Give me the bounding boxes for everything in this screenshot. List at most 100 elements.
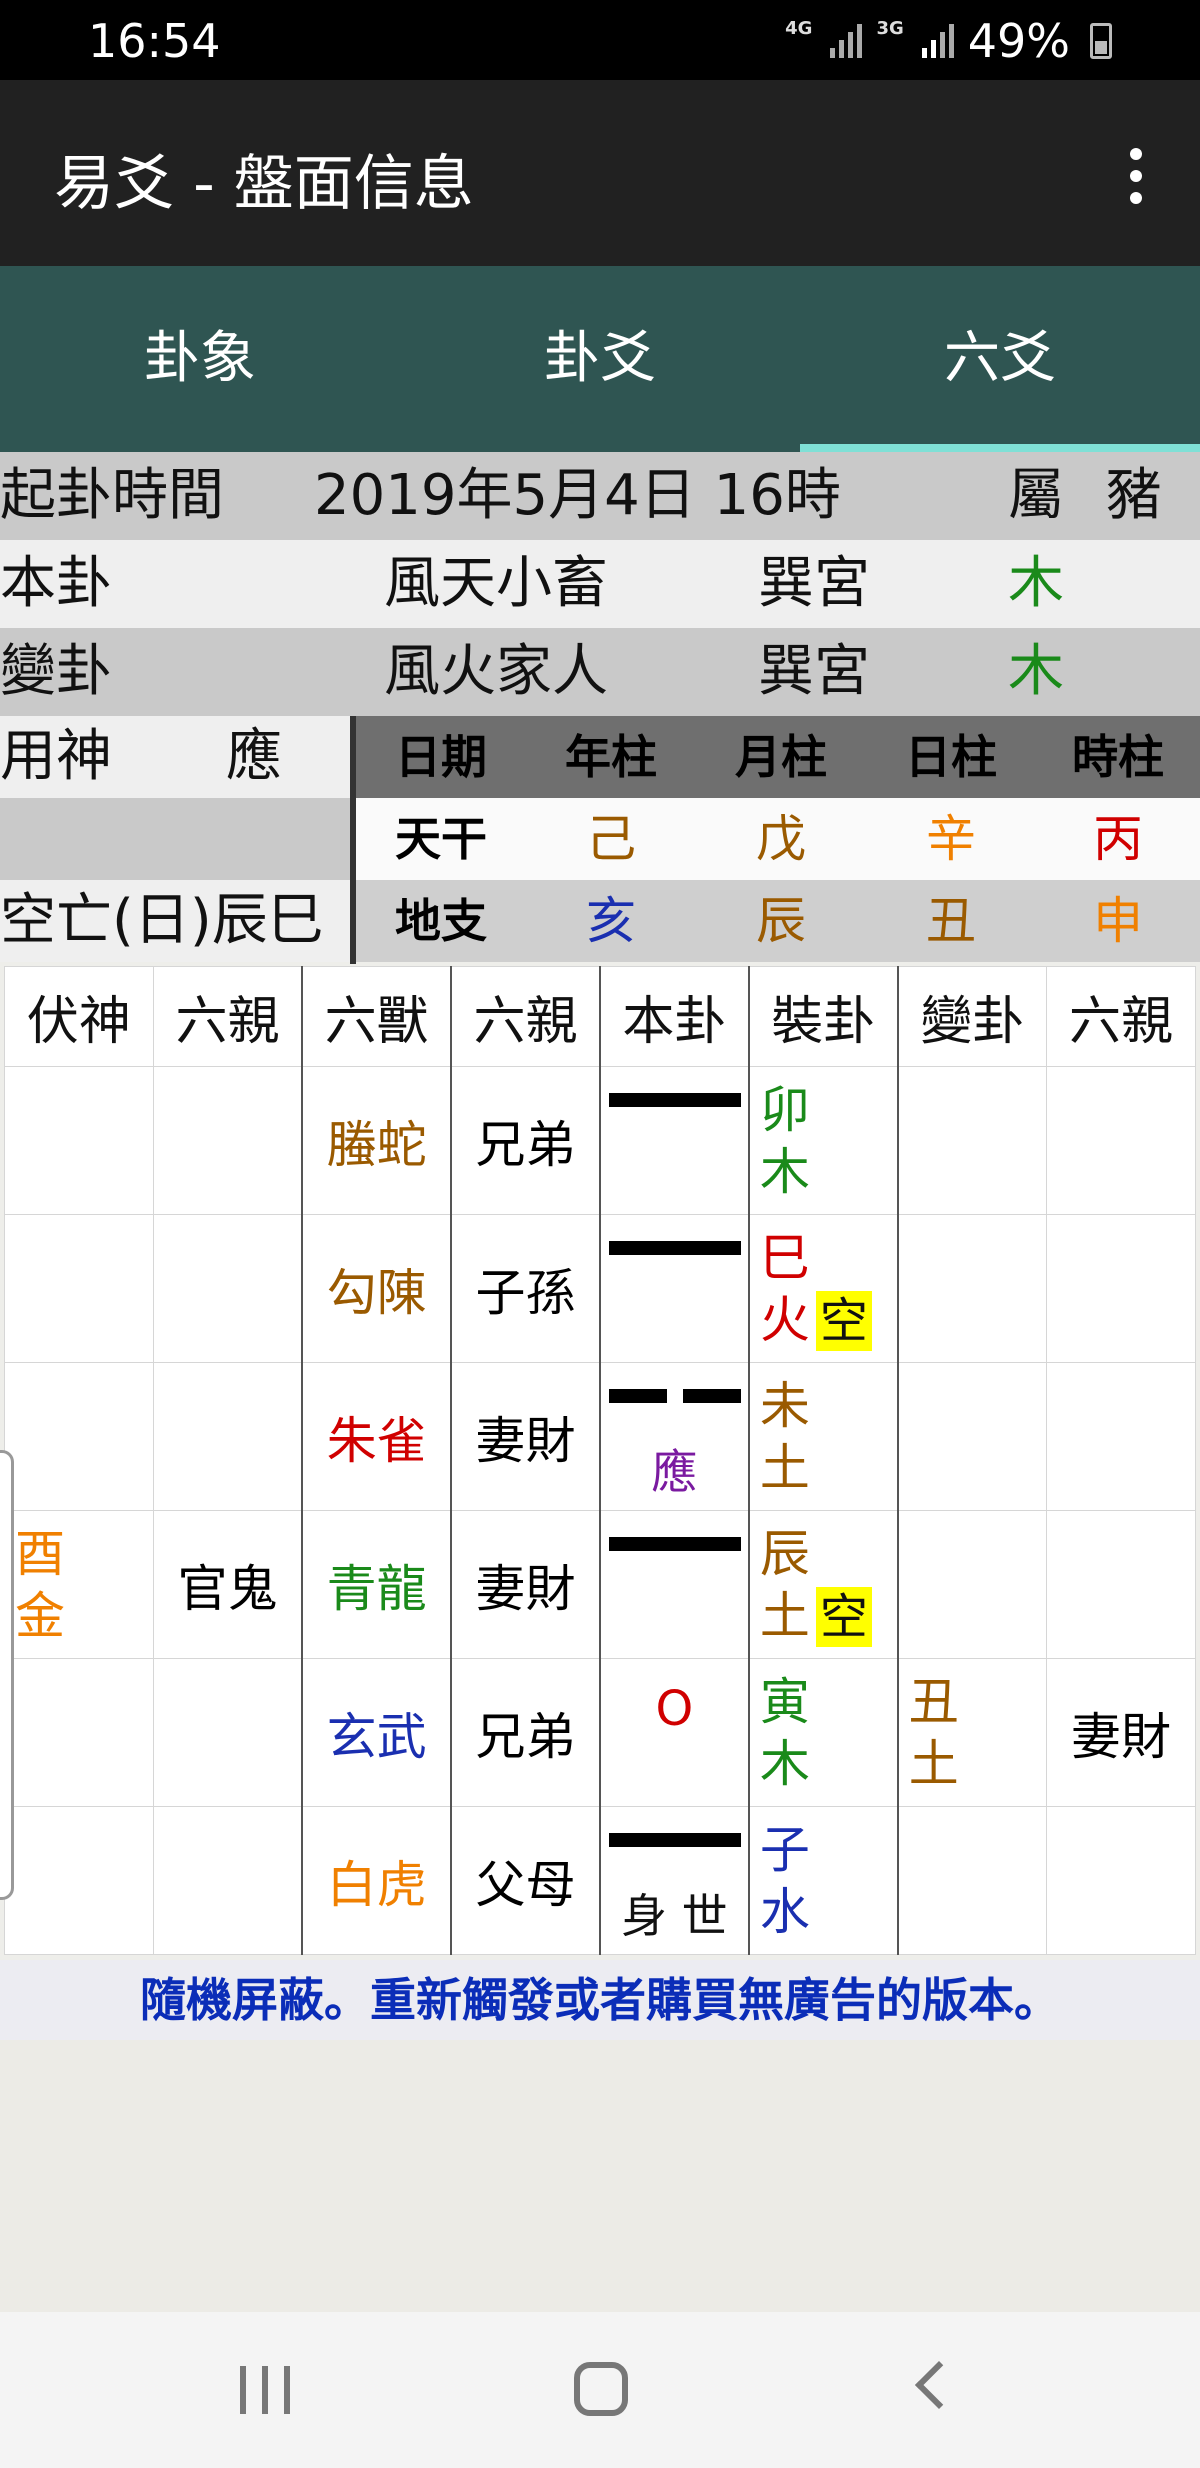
status-time: 16:54	[88, 14, 221, 68]
back-icon[interactable]	[914, 2360, 964, 2410]
zhuang-branch: 辰	[759, 1524, 810, 1583]
yao-row: 螣蛇 兄弟卯木	[4, 1066, 1196, 1215]
bian-liuqin-cell	[1046, 1510, 1196, 1659]
edge-panel-handle[interactable]	[0, 1450, 14, 1900]
zhuanggua-cell: 巳火空	[747, 1214, 899, 1363]
yao-row: 酉金官鬼 青龍 妻財辰土空	[4, 1510, 1196, 1659]
liushou-cell: 勾陳	[301, 1214, 452, 1363]
recents-icon[interactable]	[240, 2366, 290, 2414]
fu-liuqin-cell	[152, 1066, 303, 1215]
bian-liuqin-cell	[1046, 1066, 1196, 1215]
kongwang-value: 空亡(日)辰巳	[0, 888, 324, 953]
ben-gua-row: 本卦 風天小畜 巽宮 木	[0, 540, 1200, 628]
tab-guaxiang[interactable]: 卦象	[0, 266, 400, 452]
yang-line	[608, 1241, 741, 1255]
zhuanggua-cell: 辰土空	[747, 1510, 899, 1659]
zhuang-element: 土	[759, 1586, 810, 1645]
liushou-cell: 朱雀	[301, 1362, 452, 1511]
ben-gua-label: 本卦	[0, 551, 112, 616]
app-title: 易爻 - 盤面信息	[54, 149, 474, 219]
header-month: 月柱	[696, 716, 866, 798]
yongshen-row: 用神 應	[0, 716, 350, 798]
tab-guayao[interactable]: 卦爻	[400, 266, 800, 452]
time-value: 2019年5月4日 16時	[314, 463, 841, 528]
bengua-line-cell: 應	[598, 1362, 750, 1511]
header-year: 年柱	[526, 716, 696, 798]
zhuanggua-cell: 子水	[747, 1806, 899, 1955]
liushou-cell: 白虎	[301, 1806, 452, 1955]
biangua-cell	[896, 1214, 1048, 1363]
header-bengua: 本卦	[598, 966, 750, 1067]
signal-icon	[830, 24, 863, 58]
yongshen-label: 用神	[0, 724, 112, 789]
zhuang-element: 火	[759, 1290, 810, 1349]
yao-row: 玄武 兄弟 O 寅木丑土妻財	[4, 1658, 1196, 1807]
liuqin-cell: 兄弟	[450, 1658, 601, 1807]
zhuang-element: 水	[759, 1882, 810, 1941]
header-date: 日期	[356, 716, 526, 798]
liuqin-cell: 妻財	[450, 1510, 601, 1659]
header-liuqin: 六親	[450, 966, 601, 1067]
time-row: 起卦時間 2019年5月4日 16時 屬 豬	[0, 452, 1200, 540]
chart-info: 起卦時間 2019年5月4日 16時 屬 豬 本卦 風天小畜 巽宮 木 變卦 風…	[0, 452, 1200, 716]
ganzhi-section: 用神 應 空亡(日)辰巳 日期 年柱 月柱 日柱 時柱 天干 己 戊 辛 丙 地…	[0, 716, 1200, 964]
tiangan-row: 天干 己 戊 辛 丙	[356, 798, 1200, 880]
yao-row: 朱雀 妻財應未土	[4, 1362, 1196, 1511]
bian-liuqin-cell	[1046, 1362, 1196, 1511]
ad-banner[interactable]: 隨機屏蔽。重新觸發或者購買無廣告的版本。	[0, 1960, 1200, 2040]
zhuang-branch: 子	[759, 1820, 810, 1879]
zhuanggua-cell: 未土	[747, 1362, 899, 1511]
dizhi-row: 地支 亥 辰 丑 申	[356, 880, 1200, 962]
liushou-cell: 螣蛇	[301, 1066, 452, 1215]
tiangan-year: 己	[586, 810, 636, 868]
zhuang-element: 土	[759, 1438, 810, 1497]
yao-row: 勾陳 子孫巳火空	[4, 1214, 1196, 1363]
signal-icon-2	[921, 24, 954, 58]
tiangan-month: 戊	[756, 810, 806, 868]
yao-mark: 身 世	[621, 1889, 728, 1943]
dizhi-day: 丑	[926, 892, 976, 950]
yongshen-value: 應	[226, 724, 282, 789]
bian-liuqin-cell	[1046, 1214, 1196, 1363]
bengua-line-cell	[598, 1066, 750, 1215]
yao-row: 白虎 父母身 世子水	[4, 1806, 1196, 1955]
header-fu-liuqin: 六親	[152, 966, 303, 1067]
tab-liuyao[interactable]: 六爻	[800, 266, 1200, 452]
fu-liuqin-cell	[152, 1362, 303, 1511]
tab-bar: 卦象 卦爻 六爻	[0, 266, 1200, 452]
fushen-cell: 酉金	[5, 1523, 153, 1647]
yao-body: 螣蛇 兄弟卯木勾陳 子孫巳火空朱雀 妻財應未土酉金官鬼 青龍 妻財辰土空玄武 兄弟 O 寅木丑土…	[4, 1066, 1196, 1955]
biangua-cell	[896, 1362, 1048, 1511]
tiangan-day: 辛	[926, 810, 976, 868]
yang-line	[608, 1093, 741, 1107]
network-3g-label: 3G	[876, 18, 904, 39]
yao-mark: 應	[651, 1445, 698, 1499]
dizhi-month: 辰	[756, 892, 806, 950]
app-bar: 易爻 - 盤面信息	[0, 80, 1200, 266]
yang-line	[608, 1833, 741, 1847]
header-bian-liuqin: 六親	[1046, 966, 1196, 1067]
biangua-cell	[896, 1510, 1048, 1659]
bengua-line-cell: 身 世	[598, 1806, 750, 1955]
dizhi-label: 地支	[395, 894, 487, 948]
header-zhuanggua: 裝卦	[747, 966, 899, 1067]
ganzhi-grid: 日期 年柱 月柱 日柱 時柱 天干 己 戊 辛 丙 地支 亥 辰 丑 申	[350, 716, 1200, 964]
biangua-cell: 丑土	[896, 1658, 1048, 1807]
overflow-menu-icon[interactable]	[1128, 148, 1144, 204]
biangua-cell	[896, 1806, 1048, 1955]
dizhi-hour: 申	[1093, 892, 1143, 950]
blank-row	[0, 798, 350, 880]
zhuanggua-cell: 寅木	[747, 1658, 899, 1807]
yongshen-panel: 用神 應 空亡(日)辰巳	[0, 716, 350, 964]
home-icon[interactable]	[574, 2362, 628, 2416]
kong-badge: 空	[815, 1290, 872, 1351]
status-bar: 16:54 4G 3G 49%	[0, 0, 1200, 80]
header-biangua: 變卦	[896, 966, 1048, 1067]
battery-icon	[1090, 23, 1112, 59]
kong-badge: 空	[815, 1586, 872, 1647]
bian-branch: 丑	[908, 1672, 959, 1731]
bian-gua-element: 木	[1008, 639, 1064, 704]
zhuang-branch: 巳	[759, 1228, 810, 1287]
yang-line	[608, 1537, 741, 1551]
status-icons: 4G 3G 49%	[785, 14, 1112, 68]
